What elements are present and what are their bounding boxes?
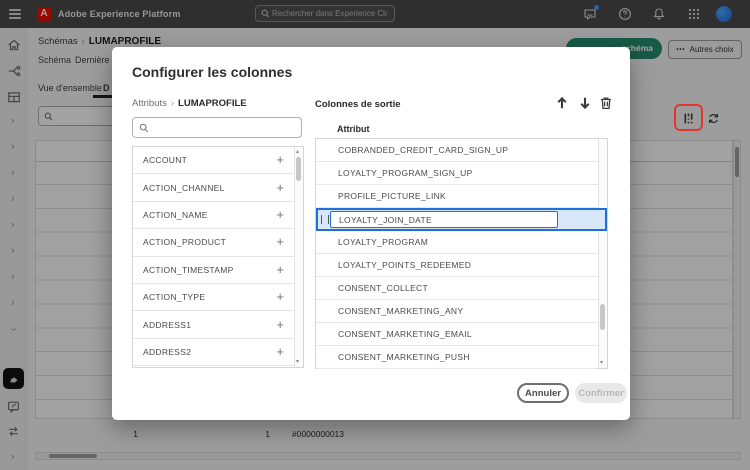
output-item[interactable]: LOYALTY_POINTS_REDEEMED <box>316 254 598 277</box>
app-window: A Adobe Experience Platform Rechercher d… <box>0 0 750 470</box>
dialog-title: Configurer les colonnes <box>132 64 293 80</box>
selected-item-box: LOYALTY_JOIN_DATE <box>330 211 558 228</box>
add-attribute-button[interactable]: + <box>276 181 284 194</box>
search-icon <box>139 123 149 132</box>
annotation-highlight-box <box>674 104 703 131</box>
delete-icon[interactable] <box>599 96 613 110</box>
output-columns-list: COBRANDED_CREDIT_CARD_SIGN_UP LOYALTY_PR… <box>315 138 608 369</box>
attribute-item[interactable]: ACTION_CHANNEL + <box>133 174 294 202</box>
output-item[interactable]: CONSENT_MARKETING_PUSH <box>316 346 598 369</box>
attribute-item[interactable]: ACCOUNT + <box>133 147 294 175</box>
scroll-up-icon[interactable]: ▴ <box>296 149 299 155</box>
confirm-button: Confirmer <box>575 383 627 403</box>
configure-columns-dialog: Configurer les colonnes Attributs › LUMAPR… <box>112 47 630 420</box>
output-item[interactable]: CONSENT_MARKETING_ANY <box>316 300 598 323</box>
cancel-button[interactable]: Annuler <box>517 383 569 403</box>
output-item[interactable]: CONSENT_MARKETING_EMAIL <box>316 323 598 346</box>
output-item[interactable]: LOYALTY_PROGRAM <box>316 231 598 254</box>
drag-handle-icon[interactable] <box>321 215 329 224</box>
attribute-item[interactable]: ACTION_PRODUCT + <box>133 229 294 257</box>
output-scrollbar-thumb[interactable] <box>600 304 605 330</box>
output-item-selected[interactable]: LOYALTY_JOIN_DATE <box>316 208 607 231</box>
attribute-item[interactable]: ACTION_TIMESTAMP + <box>133 257 294 284</box>
add-attribute-button[interactable]: + <box>276 263 284 276</box>
attributes-breadcrumb-current: LUMAPROFILE <box>178 98 247 109</box>
attributes-search-box[interactable] <box>132 117 302 138</box>
attribute-item[interactable]: ACTION_NAME + <box>133 202 294 230</box>
attributes-breadcrumb: Attributs › LUMAPROFILE <box>132 98 247 109</box>
output-item[interactable]: PROFILE_PICTURE_LINK <box>316 185 598 208</box>
output-columns-title: Colonnes de sortie <box>315 99 401 110</box>
output-column-header: Attribut <box>337 124 370 134</box>
add-attribute-button[interactable]: + <box>276 235 284 248</box>
attributes-list: ACCOUNT + ACTION_CHANNEL + ACTION_NAME + AC… <box>132 146 304 368</box>
attribute-item[interactable]: ADDRESS2 + <box>133 339 294 367</box>
attribute-item[interactable]: ADDRESS1 + <box>133 311 294 339</box>
add-attribute-button[interactable]: + <box>276 290 284 303</box>
attributes-search-input[interactable] <box>153 121 287 134</box>
move-up-icon[interactable] <box>555 96 569 110</box>
add-attribute-button[interactable]: + <box>276 318 284 331</box>
add-attribute-button[interactable]: + <box>276 345 284 358</box>
add-attribute-button[interactable]: + <box>276 208 284 221</box>
output-item[interactable]: LOYALTY_PROGRAM_SIGN_UP <box>316 162 598 185</box>
output-scrollbar[interactable]: ▾ <box>598 139 607 368</box>
attribute-item[interactable]: ACTION_TYPE + <box>133 284 294 312</box>
scroll-down-icon[interactable]: ▾ <box>296 359 299 365</box>
output-item[interactable]: COBRANDED_CREDIT_CARD_SIGN_UP <box>316 139 598 162</box>
attributes-scrollbar[interactable]: ▴ ▾ <box>294 147 303 367</box>
add-attribute-button[interactable]: + <box>276 153 284 166</box>
scroll-down-icon[interactable]: ▾ <box>600 360 603 366</box>
output-item[interactable]: CONSENT_COLLECT <box>316 277 598 300</box>
move-down-icon[interactable] <box>578 96 592 110</box>
attributes-scrollbar-thumb[interactable] <box>296 157 301 181</box>
attributes-breadcrumb-root[interactable]: Attributs <box>132 98 167 109</box>
breadcrumb-separator: › <box>170 98 175 109</box>
